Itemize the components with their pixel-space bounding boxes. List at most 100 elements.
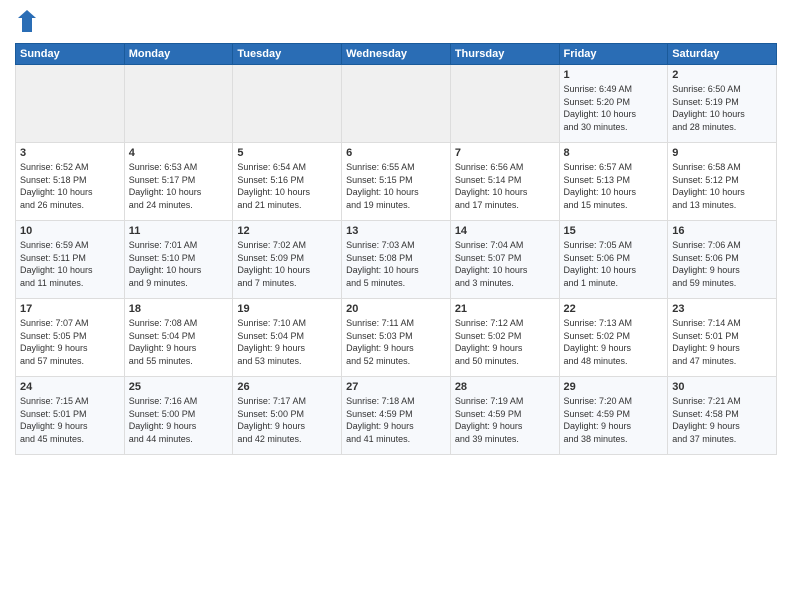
day-info: Sunrise: 6:49 AM Sunset: 5:20 PM Dayligh… (564, 83, 664, 133)
day-info: Sunrise: 7:17 AM Sunset: 5:00 PM Dayligh… (237, 395, 337, 445)
day-number: 21 (455, 303, 555, 315)
calendar-cell: 17 Sunrise: 7:07 AM Sunset: 5:05 PM Dayli… (16, 299, 125, 377)
day-number: 17 (20, 303, 120, 315)
calendar-cell: 4 Sunrise: 6:53 AM Sunset: 5:17 PM Daylig… (124, 143, 233, 221)
weekday-header-row: SundayMondayTuesdayWednesdayThursdayFrid… (16, 44, 777, 65)
calendar-cell: 18 Sunrise: 7:08 AM Sunset: 5:04 PM Dayli… (124, 299, 233, 377)
day-info: Sunrise: 7:02 AM Sunset: 5:09 PM Dayligh… (237, 239, 337, 289)
day-number: 7 (455, 147, 555, 159)
calendar-cell: 6Sunrise: 6:55 AM Sunset: 5:15 PM Daylig… (342, 143, 451, 221)
calendar-cell: 22 Sunrise: 7:13 AM Sunset: 5:02 PM Dayli… (559, 299, 668, 377)
day-info: Sunrise: 7:10 AM Sunset: 5:04 PM Dayligh… (237, 317, 337, 367)
day-number: 16 (672, 225, 772, 237)
day-info: Sunrise: 7:04 AM Sunset: 5:07 PM Dayligh… (455, 239, 555, 289)
day-number: 13 (346, 225, 446, 237)
calendar-cell: 14 Sunrise: 7:04 AM Sunset: 5:07 PM Dayli… (450, 221, 559, 299)
day-info: Sunrise: 7:01 AM Sunset: 5:10 PM Dayligh… (129, 239, 229, 289)
day-info: Sunrise: 7:03 AM Sunset: 5:08 PM Dayligh… (346, 239, 446, 289)
day-number: 18 (129, 303, 229, 315)
calendar-week-4: 17 Sunrise: 7:07 AM Sunset: 5:05 PM Dayli… (16, 299, 777, 377)
day-number: 8 (564, 147, 664, 159)
calendar-cell: 21 Sunrise: 7:12 AM Sunset: 5:02 PM Dayli… (450, 299, 559, 377)
day-number: 22 (564, 303, 664, 315)
calendar-cell: 20 Sunrise: 7:11 AM Sunset: 5:03 PM Dayli… (342, 299, 451, 377)
logo (15, 14, 36, 37)
calendar-cell: 19 Sunrise: 7:10 AM Sunset: 5:04 PM Dayli… (233, 299, 342, 377)
day-info: Sunrise: 7:12 AM Sunset: 5:02 PM Dayligh… (455, 317, 555, 367)
day-number: 15 (564, 225, 664, 237)
calendar-cell: 9 Sunrise: 6:58 AM Sunset: 5:12 PM Daylig… (668, 143, 777, 221)
day-number: 9 (672, 147, 772, 159)
day-number: 28 (455, 381, 555, 393)
calendar-cell: 2 Sunrise: 6:50 AM Sunset: 5:19 PM Daylig… (668, 65, 777, 143)
day-number: 29 (564, 381, 664, 393)
calendar-cell: 28 Sunrise: 7:19 AM Sunset: 4:59 PM Dayli… (450, 377, 559, 455)
day-number: 1 (564, 69, 664, 81)
day-info: Sunrise: 7:19 AM Sunset: 4:59 PM Dayligh… (455, 395, 555, 445)
calendar-week-5: 24 Sunrise: 7:15 AM Sunset: 5:01 PM Dayli… (16, 377, 777, 455)
calendar-cell (16, 65, 125, 143)
calendar-cell (233, 65, 342, 143)
day-number: 20 (346, 303, 446, 315)
calendar-week-3: 10 Sunrise: 6:59 AM Sunset: 5:11 PM Dayli… (16, 221, 777, 299)
day-number: 14 (455, 225, 555, 237)
calendar-cell: 7 Sunrise: 6:56 AM Sunset: 5:14 PM Daylig… (450, 143, 559, 221)
calendar-week-1: 1 Sunrise: 6:49 AM Sunset: 5:20 PM Daylig… (16, 65, 777, 143)
calendar-cell: 8 Sunrise: 6:57 AM Sunset: 5:13 PM Daylig… (559, 143, 668, 221)
day-info: Sunrise: 7:11 AM Sunset: 5:03 PM Dayligh… (346, 317, 446, 367)
calendar-cell: 10 Sunrise: 6:59 AM Sunset: 5:11 PM Dayli… (16, 221, 125, 299)
day-info: Sunrise: 6:54 AM Sunset: 5:16 PM Dayligh… (237, 161, 337, 211)
day-info: Sunrise: 7:15 AM Sunset: 5:01 PM Dayligh… (20, 395, 120, 445)
day-info: Sunrise: 7:21 AM Sunset: 4:58 PM Dayligh… (672, 395, 772, 445)
calendar-cell: 26 Sunrise: 7:17 AM Sunset: 5:00 PM Dayli… (233, 377, 342, 455)
day-info: Sunrise: 7:13 AM Sunset: 5:02 PM Dayligh… (564, 317, 664, 367)
day-info: Sunrise: 7:16 AM Sunset: 5:00 PM Dayligh… (129, 395, 229, 445)
day-info: Sunrise: 6:53 AM Sunset: 5:17 PM Dayligh… (129, 161, 229, 211)
calendar-cell (342, 65, 451, 143)
day-info: Sunrise: 6:58 AM Sunset: 5:12 PM Dayligh… (672, 161, 772, 211)
calendar-cell: 24 Sunrise: 7:15 AM Sunset: 5:01 PM Dayli… (16, 377, 125, 455)
day-number: 10 (20, 225, 120, 237)
calendar-table: SundayMondayTuesdayWednesdayThursdayFrid… (15, 43, 777, 455)
calendar-cell: 1 Sunrise: 6:49 AM Sunset: 5:20 PM Daylig… (559, 65, 668, 143)
weekday-header-thursday: Thursday (450, 44, 559, 65)
day-number: 11 (129, 225, 229, 237)
calendar-cell: 11 Sunrise: 7:01 AM Sunset: 5:10 PM Dayli… (124, 221, 233, 299)
calendar-cell: 25 Sunrise: 7:16 AM Sunset: 5:00 PM Dayli… (124, 377, 233, 455)
day-info: Sunrise: 6:50 AM Sunset: 5:19 PM Dayligh… (672, 83, 772, 133)
day-info: Sunrise: 7:06 AM Sunset: 5:06 PM Dayligh… (672, 239, 772, 289)
day-info: Sunrise: 7:07 AM Sunset: 5:05 PM Dayligh… (20, 317, 120, 367)
weekday-header-sunday: Sunday (16, 44, 125, 65)
day-info: Sunrise: 7:08 AM Sunset: 5:04 PM Dayligh… (129, 317, 229, 367)
day-number: 4 (129, 147, 229, 159)
weekday-header-tuesday: Tuesday (233, 44, 342, 65)
calendar-cell: 16 Sunrise: 7:06 AM Sunset: 5:06 PM Dayli… (668, 221, 777, 299)
calendar-cell: 3 Sunrise: 6:52 AM Sunset: 5:18 PM Daylig… (16, 143, 125, 221)
day-number: 27 (346, 381, 446, 393)
weekday-header-saturday: Saturday (668, 44, 777, 65)
day-info: Sunrise: 7:14 AM Sunset: 5:01 PM Dayligh… (672, 317, 772, 367)
day-number: 24 (20, 381, 120, 393)
calendar-cell: 12 Sunrise: 7:02 AM Sunset: 5:09 PM Dayli… (233, 221, 342, 299)
day-number: 30 (672, 381, 772, 393)
calendar-cell: 13 Sunrise: 7:03 AM Sunset: 5:08 PM Dayli… (342, 221, 451, 299)
day-info: Sunrise: 6:59 AM Sunset: 5:11 PM Dayligh… (20, 239, 120, 289)
day-number: 25 (129, 381, 229, 393)
day-info: Sunrise: 6:56 AM Sunset: 5:14 PM Dayligh… (455, 161, 555, 211)
day-info: Sunrise: 7:20 AM Sunset: 4:59 PM Dayligh… (564, 395, 664, 445)
day-number: 19 (237, 303, 337, 315)
calendar-week-2: 3 Sunrise: 6:52 AM Sunset: 5:18 PM Daylig… (16, 143, 777, 221)
day-info: Sunrise: 6:57 AM Sunset: 5:13 PM Dayligh… (564, 161, 664, 211)
day-info: Sunrise: 6:52 AM Sunset: 5:18 PM Dayligh… (20, 161, 120, 211)
calendar-cell (124, 65, 233, 143)
day-number: 12 (237, 225, 337, 237)
calendar-cell: 29 Sunrise: 7:20 AM Sunset: 4:59 PM Dayli… (559, 377, 668, 455)
day-info: Sunrise: 7:05 AM Sunset: 5:06 PM Dayligh… (564, 239, 664, 289)
day-number: 26 (237, 381, 337, 393)
weekday-header-friday: Friday (559, 44, 668, 65)
weekday-header-wednesday: Wednesday (342, 44, 451, 65)
day-number: 2 (672, 69, 772, 81)
day-info: Sunrise: 7:18 AM Sunset: 4:59 PM Dayligh… (346, 395, 446, 445)
day-number: 23 (672, 303, 772, 315)
day-number: 3 (20, 147, 120, 159)
